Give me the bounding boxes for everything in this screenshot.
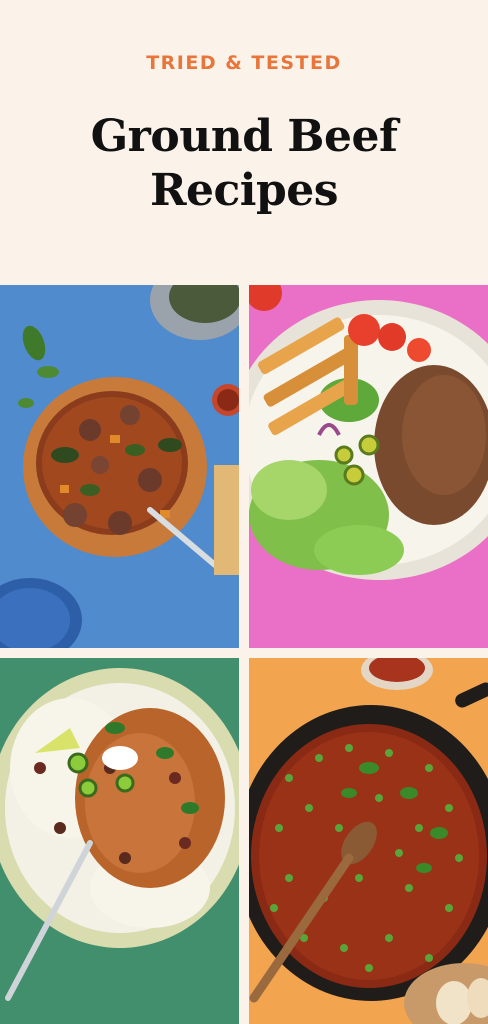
photo-beef-stew[interactable] [0,285,239,648]
header: TRIED & TESTED Ground Beef Recipes [0,0,488,285]
title-line-2: Recipes [149,165,339,216]
pin-page: TRIED & TESTED Ground Beef Recipes [0,0,488,1024]
eyebrow-label: TRIED & TESTED [146,52,342,74]
recipe-photo-grid [0,285,488,1024]
page-title: Ground Beef Recipes [0,110,488,218]
title-line-1: Ground Beef [90,111,398,162]
photo-beef-peas-skillet[interactable] [249,658,488,1024]
photo-beef-rice-bowl[interactable] [0,658,239,1024]
photo-taco-salad[interactable] [249,285,488,648]
